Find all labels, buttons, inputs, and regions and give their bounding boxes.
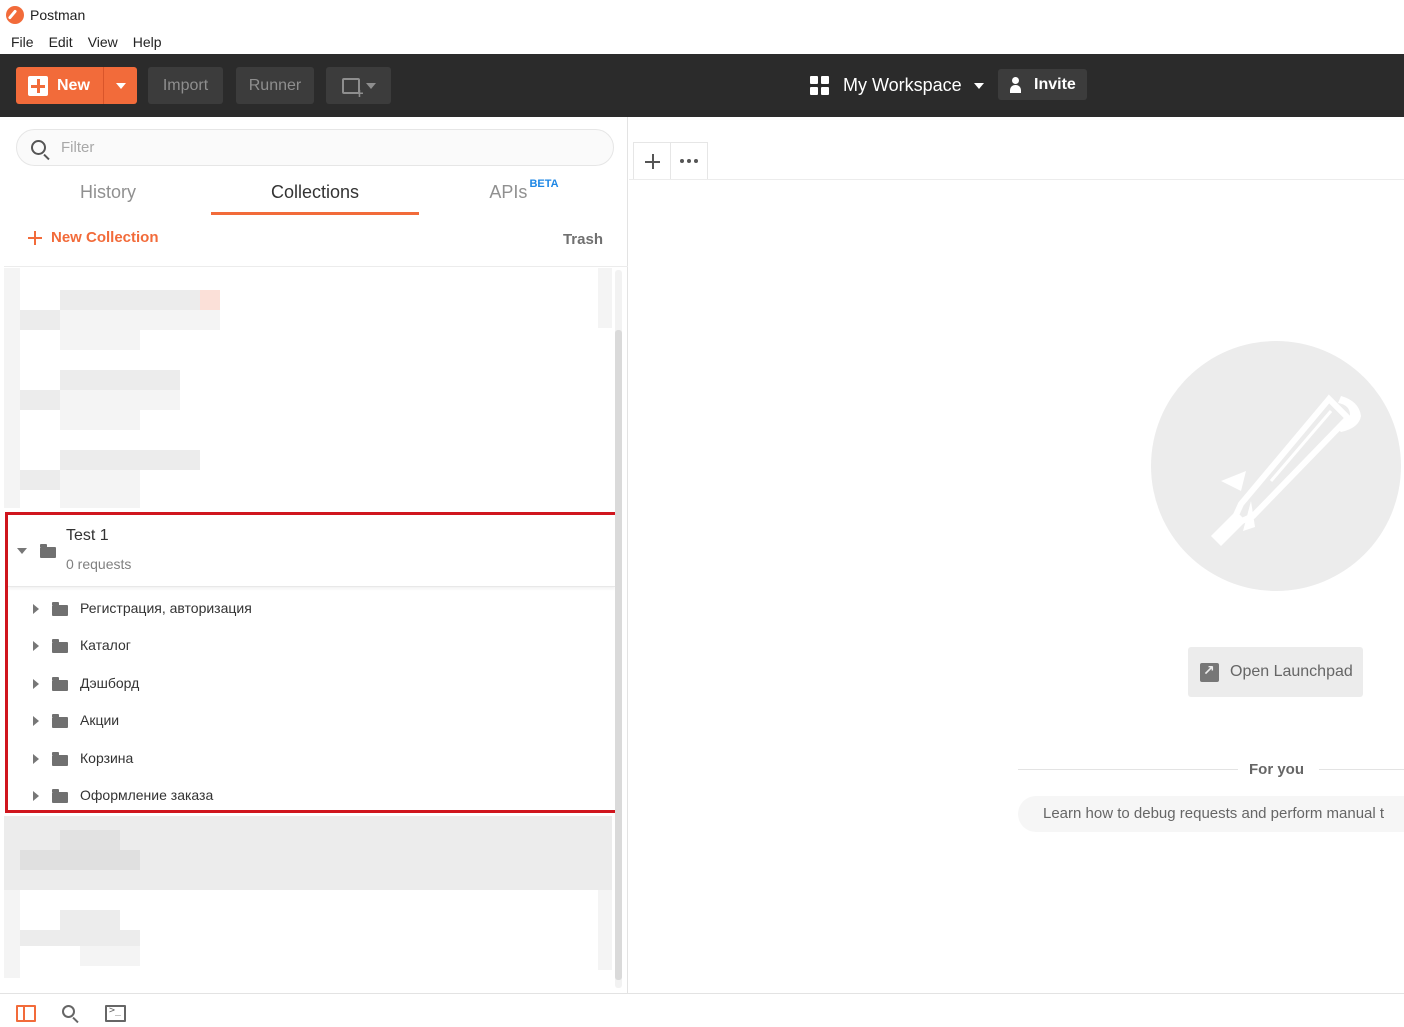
new-dropdown-button[interactable] [104,67,137,104]
more-tabs-button[interactable] [671,143,707,179]
new-collection-label: New Collection [51,229,159,246]
import-button[interactable]: Import [148,67,223,104]
menu-bar: File Edit View Help [0,29,1404,54]
postman-logo-icon [6,5,24,24]
folder-icon [52,602,68,616]
toggle-sidebar-icon[interactable] [16,1005,36,1022]
console-icon[interactable] [105,1005,126,1022]
menu-help[interactable]: Help [133,34,162,50]
search-icon [31,140,46,155]
folder-row[interactable]: Дэшборд [8,666,615,703]
status-bar [0,993,1404,1027]
menu-edit[interactable]: Edit [49,34,73,50]
workspace-label: My Workspace [843,75,962,95]
request-tabbar [633,142,708,179]
divider-line [1018,769,1238,770]
collection-header[interactable]: Test 1 0 requests [8,515,615,587]
open-launchpad-button[interactable]: Open Launchpad [1188,647,1363,697]
header-toolbar: New Import Runner My Workspace Invite [0,54,1404,117]
filter-search [16,129,614,166]
learn-card[interactable]: Learn how to debug requests and perform … [1018,796,1404,832]
tab-history-label: History [79,182,136,202]
caret-right-icon[interactable] [33,604,39,614]
new-window-icon [341,77,364,101]
folder-label: Дэшборд [80,675,140,691]
filter-input[interactable] [61,139,581,156]
tab-divider [629,179,1404,180]
menu-view[interactable]: View [88,34,118,50]
collection-actions: New Collection Trash [4,215,628,267]
chevron-down-icon [365,82,376,89]
folder-label: Оформление заказа [80,787,214,803]
caret-right-icon[interactable] [33,791,39,801]
postman-rocket-icon [1151,341,1401,591]
runner-button[interactable]: Runner [236,67,314,104]
new-collection-button[interactable]: New Collection [28,229,159,246]
folder-row[interactable]: Оформление заказа [8,778,615,815]
collection-name: Test 1 [66,527,109,544]
beta-badge: BETA [529,178,559,190]
folder-row[interactable]: Корзина [8,741,615,778]
workspace-selector[interactable]: My Workspace [810,67,984,104]
folder-icon [52,789,68,803]
chevron-down-icon [115,82,126,89]
caret-right-icon[interactable] [33,716,39,726]
trash-button[interactable]: Trash [563,231,603,248]
folder-label: Корзина [80,750,134,766]
caret-right-icon[interactable] [33,754,39,764]
main-pane: Open Launchpad For you Learn how to debu… [629,117,1404,993]
tab-collections-label: Collections [270,182,360,202]
sidebar-tabs: History Collections APIs BETA [4,177,628,215]
new-tab-button[interactable] [634,143,671,179]
plus-box-icon [28,75,48,96]
new-button[interactable]: New [16,67,104,104]
folder-row[interactable]: Акции [8,703,615,740]
collection-test1[interactable]: Test 1 0 requests Регистрация, авторизац… [5,512,620,813]
tab-collections[interactable]: Collections [211,177,419,215]
collection-request-count: 0 requests [66,556,132,572]
app-title: Postman [30,6,86,23]
launchpad-label: Open Launchpad [1230,663,1353,680]
workspace-grid-icon [810,76,829,95]
folder-label: Каталог [80,637,131,653]
new-button-label: New [57,76,90,94]
folder-label: Регистрация, авторизация [80,600,252,616]
title-bar: Postman [0,0,1404,29]
for-you-heading: For you [1249,761,1304,778]
plus-icon [28,230,42,245]
find-icon[interactable] [62,1005,75,1018]
sidebar-scrollbar[interactable] [615,270,622,988]
folder-label: Акции [80,712,120,728]
sidebar-scrollbar-thumb[interactable] [615,330,622,980]
folder-icon [52,677,68,691]
folder-row[interactable]: Каталог [8,628,615,665]
caret-right-icon[interactable] [33,641,39,651]
tab-apis-label: APIs [489,182,528,202]
divider-line [1319,769,1404,770]
invite-label: Invite [1034,75,1076,93]
new-window-button[interactable] [326,67,391,104]
menu-file[interactable]: File [11,34,34,50]
add-user-icon [1010,76,1026,93]
tab-history[interactable]: History [4,177,212,215]
folder-icon [52,752,68,766]
folder-icon [52,639,68,653]
folder-icon [52,714,68,728]
folder-icon [40,544,56,558]
caret-right-icon[interactable] [33,679,39,689]
external-link-icon [1200,662,1219,682]
new-button-group: New [16,67,137,104]
folder-row[interactable]: Регистрация, авторизация [8,591,615,628]
chevron-down-icon [973,82,984,89]
tab-apis[interactable]: APIs BETA [420,177,628,215]
invite-button[interactable]: Invite [998,69,1087,100]
caret-down-icon[interactable] [17,548,27,554]
